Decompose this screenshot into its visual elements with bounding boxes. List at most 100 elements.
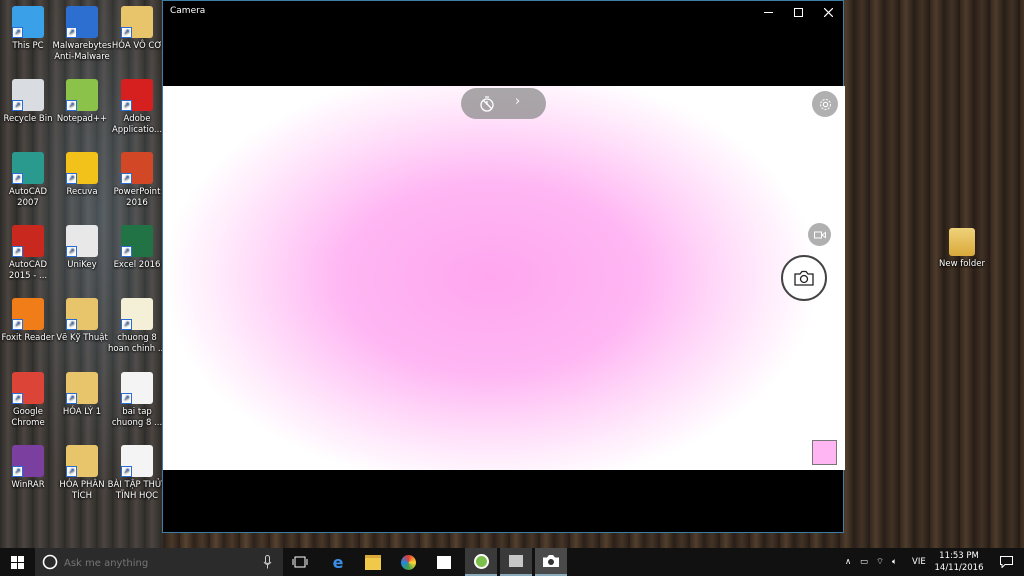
shortcut-arrow-icon: ↗ (121, 27, 132, 38)
store-icon (437, 555, 451, 569)
desktop-icon-label: HÓA LÝ 1 (62, 407, 102, 417)
taskbar-paint[interactable] (392, 548, 424, 576)
desktop-icon[interactable]: ↗ HÓA LÝ 1 (52, 372, 112, 418)
desktop-icon-label: Notepad++ (56, 114, 108, 124)
shortcut-arrow-icon: ↗ (121, 319, 132, 330)
desktop-icon[interactable]: ↗ Notepad++ (52, 79, 112, 125)
autocad-2015-icon: ↗ (12, 225, 44, 257)
desktop-icon[interactable]: ↗ Recuva (52, 152, 112, 198)
desktop-icon[interactable]: ↗ Google Chrome (0, 372, 58, 429)
start-button[interactable] (0, 548, 35, 576)
clock-date: 14/11/2016 (934, 563, 984, 573)
minimize-button[interactable] (752, 1, 784, 23)
desktop-icon-label: Malwarebytes Anti-Malware (52, 41, 112, 62)
camera-window[interactable]: Camera › (162, 0, 845, 533)
windows-logo-icon (11, 555, 24, 569)
camera-titlebar[interactable]: Camera (163, 1, 843, 23)
desktop-icon-label: HÓA PHÂN TÍCH (59, 480, 105, 501)
taskbar-camera[interactable] (535, 548, 567, 576)
desktop-icon[interactable]: ↗ bai tap chuong 8 ... (107, 372, 167, 429)
settings-button[interactable] (812, 91, 838, 117)
battery-icon[interactable]: ▭ (860, 557, 868, 567)
powerpoint-icon: ↗ (121, 152, 153, 184)
desktop-icon[interactable]: ↗ This PC (0, 6, 58, 52)
shortcut-arrow-icon: ↗ (12, 173, 23, 184)
desktop-icon[interactable]: ↗ Malwarebytes Anti-Malware (52, 6, 112, 63)
network-icon[interactable]: ⌔ (876, 557, 884, 567)
show-hidden-icons[interactable]: ∧ (845, 557, 851, 567)
desktop-icon[interactable]: ↗ Adobe Applicatio... (107, 79, 167, 136)
shortcut-arrow-icon: ↗ (66, 173, 77, 184)
shortcut-arrow-icon: ↗ (12, 246, 23, 257)
desktop-icon[interactable]: ↗ AutoCAD 2007 (0, 152, 58, 209)
window-title: Camera (170, 6, 206, 16)
taskbar-app-green[interactable] (465, 548, 497, 576)
task-view-icon (292, 556, 308, 568)
taskbar-edge[interactable]: e (322, 548, 354, 576)
desktop-icon-label: chuong 8 hoan chinh ... (108, 333, 166, 354)
close-button[interactable] (812, 1, 844, 23)
shortcut-arrow-icon: ↗ (121, 393, 132, 404)
desktop-icon-label: This PC (12, 41, 44, 51)
cortana-search[interactable] (35, 548, 283, 576)
shortcut-arrow-icon: ↗ (12, 319, 23, 330)
chevron-right-icon: › (515, 94, 521, 109)
desktop-icon[interactable]: ↗ chuong 8 hoan chinh ... (107, 298, 167, 355)
system-clock[interactable]: 11:53 PM 14/11/2016 (928, 550, 990, 574)
desktop-icon[interactable]: ↗ WinRAR (0, 445, 58, 491)
video-camera-icon (813, 231, 826, 238)
pdf-document-icon: ↗ (121, 298, 153, 330)
search-input[interactable] (62, 553, 256, 573)
taskbar-file-explorer[interactable] (357, 548, 389, 576)
coccoc-icon (473, 553, 489, 569)
notepad-plus-plus-icon: ↗ (66, 79, 98, 111)
edge-icon: e (332, 552, 344, 572)
maximize-icon (793, 7, 803, 17)
volume-icon[interactable]: 🔈︎ (892, 557, 897, 567)
malwarebytes-icon: ↗ (66, 6, 98, 38)
desktop-icon-label: New folder (939, 259, 985, 269)
desktop-icon-label: Google Chrome (11, 407, 45, 428)
action-center-button[interactable] (990, 548, 1022, 576)
this-pc-icon: ↗ (12, 6, 44, 38)
taskbar: e ∧ ▭ ⌔ 🔈︎ VIE 11:53 PM 14/11/2016 (0, 548, 1024, 576)
taskbar-store[interactable] (428, 548, 460, 576)
take-photo-button[interactable] (781, 255, 827, 301)
video-mode-button[interactable] (808, 223, 831, 246)
camera-icon (794, 270, 814, 286)
clock-time: 11:53 PM (939, 551, 979, 561)
task-view-button[interactable] (284, 548, 316, 576)
desktop-icon-label: Adobe Applicatio... (111, 114, 163, 135)
chrome-icon: ↗ (12, 372, 44, 404)
taskbar-app-box[interactable] (500, 548, 532, 576)
excel-icon: ↗ (121, 225, 153, 257)
desktop-icon[interactable]: ↗ Foxit Reader (0, 298, 58, 344)
desktop-icon[interactable]: ↗ AutoCAD 2015 - ... (0, 225, 58, 282)
desktop-icon[interactable]: ↗ HÓA PHÂN TÍCH (52, 445, 112, 502)
maximize-button[interactable] (782, 1, 814, 23)
input-language[interactable]: VIE (912, 557, 926, 567)
photo-timer-control[interactable]: › (461, 88, 546, 119)
recycle-bin-icon: ↗ (12, 79, 44, 111)
shortcut-arrow-icon: ↗ (12, 466, 23, 477)
desktop-icon[interactable]: ↗ HÓA VÔ CƠ (107, 6, 167, 52)
desktop-icon[interactable]: ↗ Vẽ Kỹ Thuật (52, 298, 112, 344)
desktop-icon[interactable]: ↗ PowerPoint 2016 (107, 152, 167, 209)
last-photo-thumbnail[interactable] (812, 440, 837, 465)
pdf-document-icon: ↗ (121, 445, 153, 477)
shortcut-arrow-icon: ↗ (121, 100, 132, 111)
paint-icon (400, 554, 416, 570)
desktop-icon-new-folder[interactable]: New folder (934, 228, 990, 270)
recuva-icon: ↗ (66, 152, 98, 184)
desktop-icon[interactable]: ↗ Recycle Bin (0, 79, 58, 125)
shortcut-arrow-icon: ↗ (121, 246, 132, 257)
adobe-icon: ↗ (121, 79, 153, 111)
shortcut-arrow-icon: ↗ (121, 173, 132, 184)
desktop-icon[interactable]: ↗ Excel 2016 (107, 225, 167, 271)
desktop-icon-label: AutoCAD 2007 (8, 187, 48, 208)
desktop-icon[interactable]: ↗ UniKey (52, 225, 112, 271)
desktop-icon[interactable]: ↗ BÀI TẬP THỦY TĨNH HỌC (107, 445, 167, 502)
close-icon (823, 7, 833, 17)
desktop-icon-label: Foxit Reader (1, 333, 55, 343)
microphone-icon[interactable] (263, 555, 272, 569)
